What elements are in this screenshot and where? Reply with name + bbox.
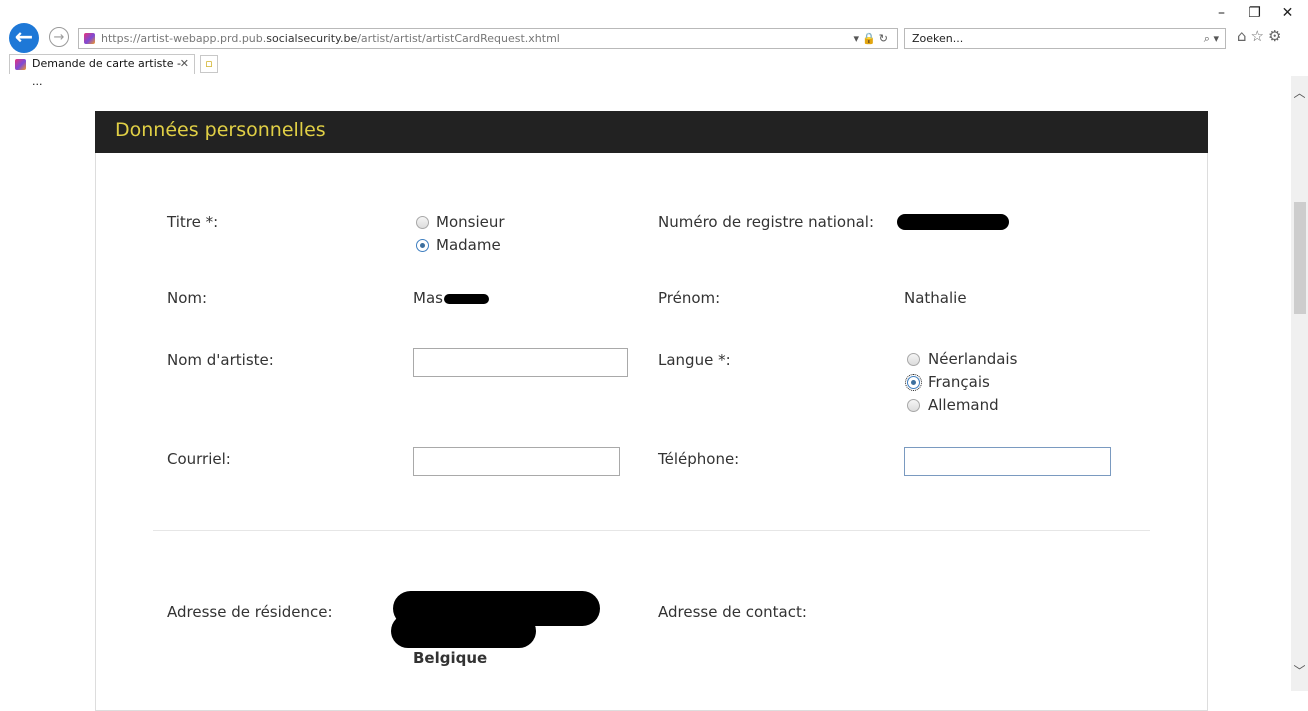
site-favicon-icon xyxy=(84,33,95,44)
home-icon[interactable]: ⌂ xyxy=(1237,27,1251,45)
personal-data-panel xyxy=(95,111,1208,711)
search-placeholder: Zoeken... xyxy=(912,32,964,45)
refresh-icon[interactable]: ↻ xyxy=(879,32,891,45)
favorites-star-icon[interactable]: ☆ xyxy=(1251,27,1268,45)
scroll-down-icon[interactable]: ﹀ xyxy=(1291,662,1308,679)
search-box[interactable]: Zoeken... ⌕ ▾ xyxy=(904,28,1226,49)
tab-title: Demande de carte artiste - ... xyxy=(32,57,181,88)
telephone-input[interactable] xyxy=(904,447,1111,476)
window-controls: – ❐ ✕ xyxy=(1205,5,1304,21)
prenom-value: Nathalie xyxy=(904,289,967,307)
url-domain: socialsecurity.be xyxy=(266,32,358,45)
langue-option-francais[interactable]: Français xyxy=(928,373,990,391)
new-tab-button[interactable]: ▫ xyxy=(200,55,218,73)
titre-option-monsieur[interactable]: Monsieur xyxy=(436,213,505,231)
tab-favicon-icon xyxy=(15,59,26,70)
redacted-registre-number xyxy=(897,214,1009,230)
adresse-residence-label: Adresse de résidence: xyxy=(167,603,333,621)
address-tools: ▾🔒↻ xyxy=(854,29,891,48)
section-divider xyxy=(153,530,1150,531)
tab-close-icon[interactable]: ✕ xyxy=(180,55,189,73)
langue-radio-allemand[interactable] xyxy=(907,399,920,412)
langue-radio-francais[interactable] xyxy=(905,374,922,391)
adresse-contact-label: Adresse de contact: xyxy=(658,603,807,621)
address-bar[interactable]: https://artist-webapp.prd.pub.socialsecu… xyxy=(78,28,898,49)
lock-icon[interactable]: 🔒 xyxy=(862,32,879,45)
scroll-thumb[interactable] xyxy=(1294,202,1306,314)
titre-radio-madame[interactable] xyxy=(416,239,429,252)
close-icon[interactable]: ✕ xyxy=(1271,5,1304,21)
langue-radio-neerlandais[interactable] xyxy=(907,353,920,366)
panel-title: Données personnelles xyxy=(115,119,326,141)
langue-label: Langue *: xyxy=(658,351,731,369)
redacted-adresse-line2 xyxy=(391,614,536,648)
minimize-icon[interactable]: – xyxy=(1205,5,1238,21)
prenom-label: Prénom: xyxy=(658,289,721,307)
search-tools: ⌕ ▾ xyxy=(1204,29,1219,48)
search-icon[interactable]: ⌕ xyxy=(1204,32,1210,45)
redacted-nom xyxy=(444,294,489,304)
dropdown-icon[interactable]: ▾ xyxy=(854,32,863,45)
url-path: /artist/artist/artistCardRequest.xhtml xyxy=(357,32,560,45)
scrollbar[interactable] xyxy=(1291,76,1308,691)
scroll-up-icon[interactable]: ︿ xyxy=(1291,84,1308,101)
titre-radio-monsieur[interactable] xyxy=(416,216,429,229)
toolbar-icons: ⌂☆⚙ xyxy=(1237,27,1285,45)
registre-label: Numéro de registre national: xyxy=(658,213,874,231)
telephone-label: Téléphone: xyxy=(658,450,740,468)
nom-artiste-input[interactable] xyxy=(413,348,628,377)
adresse-residence-country: Belgique xyxy=(413,649,488,667)
forward-button[interactable]: → xyxy=(49,27,69,47)
courriel-label: Courriel: xyxy=(167,450,231,468)
nom-artiste-label: Nom d'artiste: xyxy=(167,351,274,369)
nom-value: Mas xyxy=(413,289,443,307)
courriel-input[interactable] xyxy=(413,447,620,476)
langue-option-neerlandais[interactable]: Néerlandais xyxy=(928,350,1017,368)
titre-option-madame[interactable]: Madame xyxy=(436,236,501,254)
langue-option-allemand[interactable]: Allemand xyxy=(928,396,999,414)
browser-tab[interactable]: Demande de carte artiste - ... ✕ xyxy=(9,54,195,88)
settings-gear-icon[interactable]: ⚙ xyxy=(1268,27,1285,45)
restore-icon[interactable]: ❐ xyxy=(1238,5,1271,21)
url-host: https://artist-webapp.prd.pub. xyxy=(101,32,267,45)
search-dropdown-icon[interactable]: ▾ xyxy=(1213,32,1219,45)
titre-label: Titre *: xyxy=(167,213,219,231)
nom-label: Nom: xyxy=(167,289,208,307)
back-button[interactable]: ← xyxy=(9,23,39,53)
